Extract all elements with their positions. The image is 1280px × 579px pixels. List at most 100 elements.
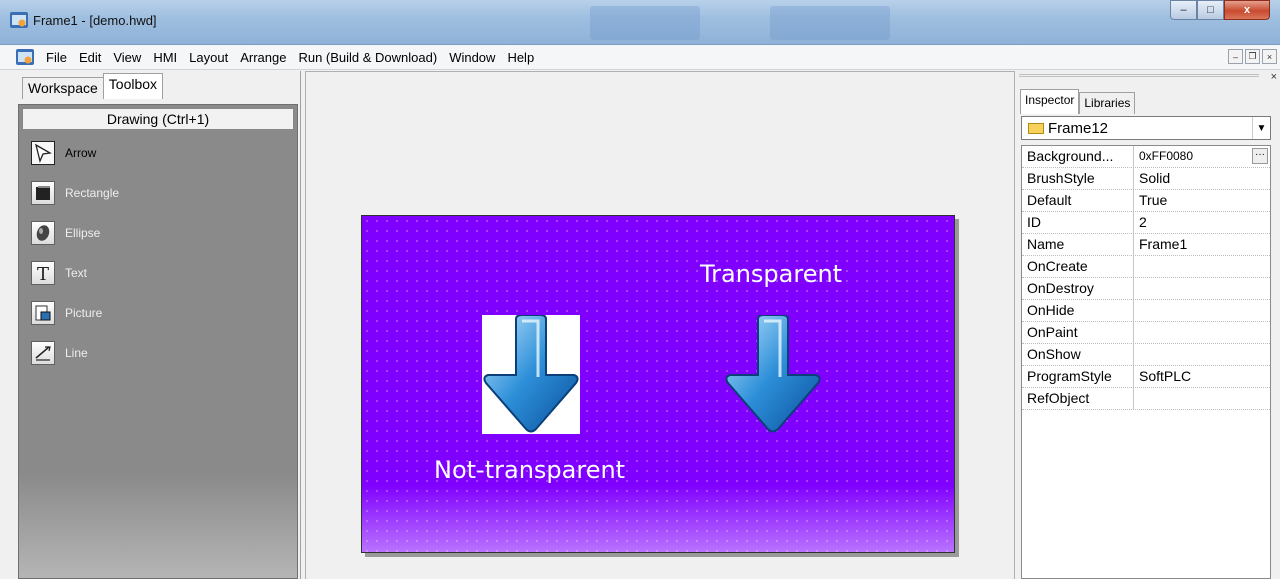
- close-button[interactable]: x: [1224, 0, 1270, 20]
- app-menu-icon[interactable]: [16, 49, 34, 65]
- toolbox: Drawing (Ctrl+1) Arrow Rectangle Ellipse…: [18, 104, 298, 579]
- property-name: OnShow: [1022, 344, 1134, 365]
- menu-help[interactable]: Help: [501, 50, 540, 65]
- text-icon: T: [31, 261, 55, 285]
- property-name: Default: [1022, 190, 1134, 211]
- menu-view[interactable]: View: [107, 50, 147, 65]
- mdi-controls: – ❐ ×: [1228, 49, 1277, 64]
- menu-arrange[interactable]: Arrange: [234, 50, 292, 65]
- property-value[interactable]: [1134, 300, 1270, 321]
- tab-inspector[interactable]: Inspector: [1020, 89, 1080, 114]
- taskbar-ghost: [590, 6, 700, 40]
- property-value-text: 0xFF0080: [1139, 149, 1194, 163]
- property-value[interactable]: [1134, 278, 1270, 299]
- property-name: Name: [1022, 234, 1134, 255]
- drawing-section-header[interactable]: Drawing (Ctrl+1): [22, 108, 294, 130]
- menu-file[interactable]: File: [40, 50, 73, 65]
- tool-picture[interactable]: Picture: [19, 293, 297, 333]
- menu-run[interactable]: Run (Build & Download): [292, 50, 443, 65]
- property-value[interactable]: [1134, 344, 1270, 365]
- property-name: Background...: [1022, 146, 1134, 167]
- property-value[interactable]: Solid: [1134, 168, 1270, 189]
- rectangle-icon: [31, 181, 55, 205]
- mdi-restore-button[interactable]: ❐: [1245, 49, 1260, 64]
- inspector-panel: × Inspector Libraries Frame12 ▼ Backgrou…: [1014, 71, 1280, 579]
- arrow-cursor-icon: [31, 141, 55, 165]
- tab-libraries[interactable]: Libraries: [1079, 92, 1136, 114]
- tool-label: Rectangle: [65, 186, 120, 200]
- label-not-transparent[interactable]: Not-transparent: [434, 456, 625, 484]
- property-row[interactable]: Background... 0xFF0080 ···: [1022, 146, 1270, 168]
- mdi-minimize-button[interactable]: –: [1228, 49, 1243, 64]
- tool-line[interactable]: Line: [19, 333, 297, 373]
- chevron-down-icon[interactable]: ▼: [1252, 117, 1270, 139]
- svg-text:T: T: [37, 264, 49, 283]
- property-value[interactable]: True: [1134, 190, 1270, 211]
- tool-ellipse[interactable]: Ellipse: [19, 213, 297, 253]
- tab-toolbox[interactable]: Toolbox: [102, 73, 164, 99]
- menu-window[interactable]: Window: [443, 50, 501, 65]
- property-row[interactable]: BrushStyle Solid: [1022, 168, 1270, 190]
- hmi-frame[interactable]: Transparent Not-transparent: [361, 215, 955, 553]
- design-canvas[interactable]: Transparent Not-transparent: [305, 71, 1014, 579]
- menu-edit[interactable]: Edit: [73, 50, 107, 65]
- tab-workspace[interactable]: Workspace: [22, 77, 104, 99]
- tool-label: Line: [65, 346, 88, 360]
- frame-icon: [1028, 122, 1044, 134]
- down-arrow-icon[interactable]: [482, 315, 580, 434]
- property-value[interactable]: Frame1: [1134, 234, 1270, 255]
- property-name: ProgramStyle: [1022, 366, 1134, 387]
- property-name: ID: [1022, 212, 1134, 233]
- tool-text[interactable]: T Text: [19, 253, 297, 293]
- down-arrow-icon[interactable]: [724, 315, 822, 434]
- label-transparent[interactable]: Transparent: [700, 260, 842, 288]
- property-name: BrushStyle: [1022, 168, 1134, 189]
- property-value[interactable]: SoftPLC: [1134, 366, 1270, 387]
- property-row[interactable]: ID 2: [1022, 212, 1270, 234]
- object-selector-value: Frame12: [1048, 119, 1109, 137]
- line-icon: [31, 341, 55, 365]
- panel-grip[interactable]: [1019, 74, 1259, 77]
- menu-hmi[interactable]: HMI: [147, 50, 183, 65]
- app-icon: [10, 12, 28, 28]
- tool-label: Ellipse: [65, 226, 101, 240]
- tool-rectangle[interactable]: Rectangle: [19, 173, 297, 213]
- right-tabs: Inspector Libraries: [1020, 89, 1136, 114]
- property-row[interactable]: OnHide: [1022, 300, 1270, 322]
- property-row[interactable]: RefObject: [1022, 388, 1270, 410]
- property-name: OnDestroy: [1022, 278, 1134, 299]
- property-row[interactable]: OnCreate: [1022, 256, 1270, 278]
- ellipsis-button[interactable]: ···: [1252, 148, 1268, 164]
- menu-layout[interactable]: Layout: [183, 50, 234, 65]
- property-row[interactable]: ProgramStyle SoftPLC: [1022, 366, 1270, 388]
- maximize-button[interactable]: □: [1197, 0, 1224, 20]
- property-name: OnCreate: [1022, 256, 1134, 277]
- window-title: Frame1 - [demo.hwd]: [33, 13, 157, 28]
- window-controls: – □ x: [1170, 0, 1270, 22]
- mdi-close-button[interactable]: ×: [1262, 49, 1277, 64]
- property-value[interactable]: [1134, 322, 1270, 343]
- property-value[interactable]: [1134, 388, 1270, 409]
- tool-label: Arrow: [65, 146, 97, 160]
- left-panel: Workspace Toolbox Drawing (Ctrl+1) Arrow…: [10, 71, 301, 579]
- property-name: OnHide: [1022, 300, 1134, 321]
- property-row[interactable]: OnDestroy: [1022, 278, 1270, 300]
- picture-icon: [31, 301, 55, 325]
- property-row[interactable]: Name Frame1: [1022, 234, 1270, 256]
- tool-arrow[interactable]: Arrow: [19, 133, 297, 173]
- property-row[interactable]: OnPaint: [1022, 322, 1270, 344]
- property-row[interactable]: OnShow: [1022, 344, 1270, 366]
- property-value[interactable]: [1134, 256, 1270, 277]
- tool-label: Text: [65, 266, 88, 280]
- property-row[interactable]: Default True: [1022, 190, 1270, 212]
- object-selector[interactable]: Frame12 ▼: [1021, 116, 1271, 140]
- property-value[interactable]: 2: [1134, 212, 1270, 233]
- title-bar: Frame1 - [demo.hwd] – □ x: [0, 0, 1280, 45]
- tool-label: Picture: [65, 306, 103, 320]
- property-grid: Background... 0xFF0080 ··· BrushStyle So…: [1021, 145, 1271, 579]
- ellipse-icon: [31, 221, 55, 245]
- minimize-button[interactable]: –: [1170, 0, 1197, 20]
- close-panel-icon[interactable]: ×: [1271, 71, 1277, 83]
- property-name: OnPaint: [1022, 322, 1134, 343]
- property-value[interactable]: 0xFF0080 ···: [1134, 146, 1270, 167]
